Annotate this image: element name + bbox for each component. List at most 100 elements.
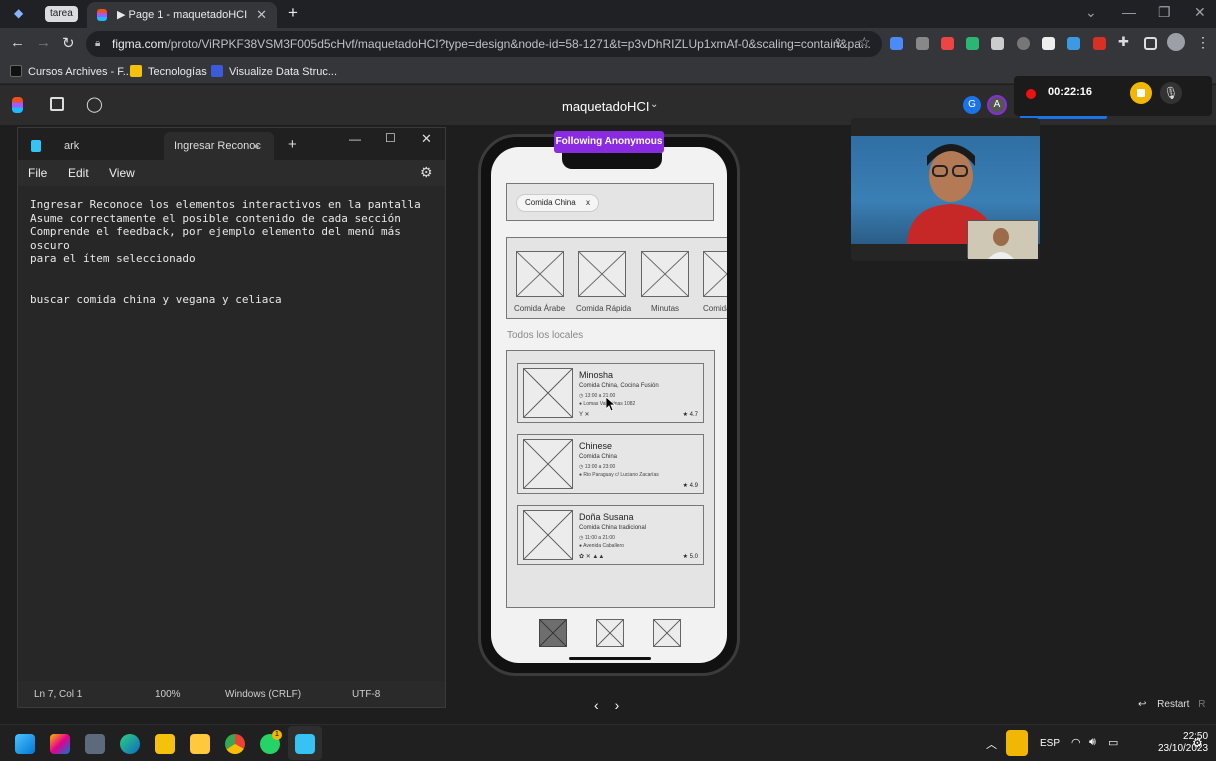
search-chip[interactable]: Comida China x — [516, 194, 599, 212]
visualgo-icon — [211, 65, 223, 77]
webcam-self-view[interactable] — [967, 220, 1038, 259]
tab-close-icon[interactable]: ✕ — [256, 2, 267, 28]
notepad-tab-active[interactable]: Ingresar Reconoc ● — [164, 132, 274, 160]
close-window-button[interactable]: ✕ — [1194, 4, 1206, 21]
extension-diamond-icon[interactable] — [890, 37, 903, 50]
restaurant-card[interactable]: Minosha Comida China, Cocina Fusión ◷ 13… — [517, 363, 704, 423]
minimize-button[interactable]: — — [349, 132, 361, 146]
volume-icon[interactable]: 🔊︎ — [1089, 736, 1096, 749]
extension-compass-icon[interactable] — [1017, 37, 1030, 50]
collaborator-avatar[interactable]: G — [963, 96, 981, 114]
restart-button[interactable]: ↩ Restart R — [1138, 699, 1205, 710]
category-image-placeholder[interactable] — [641, 251, 689, 297]
menu-file[interactable]: File — [28, 166, 47, 180]
restaurant-card[interactable]: Chinese Comida China ◷ 13:00 a 23:00 ● R… — [517, 434, 704, 494]
battery-icon[interactable]: ▭ — [1108, 736, 1118, 749]
tab-search-chevron-icon[interactable]: ⌄ — [1085, 4, 1097, 21]
address-bar[interactable]: 🔒︎ figma.com/proto/ViRPKF38VSM3F005d5cHv… — [86, 31, 882, 57]
extension-blue-icon[interactable] — [1067, 37, 1080, 50]
sidebar-toggle-icon[interactable] — [50, 97, 64, 111]
browser-toolbar: ← → ↻ 🔒︎ figma.com/proto/ViRPKF38VSM3F00… — [0, 28, 1216, 60]
profile-avatar[interactable] — [1167, 33, 1185, 51]
category-image-placeholder[interactable] — [516, 251, 564, 297]
unsaved-dot-icon[interactable]: ● — [254, 132, 259, 160]
new-tab-button[interactable]: + — [288, 136, 297, 153]
category-carousel[interactable]: Comida Árabe Comida Rápida Minutas Comid… — [506, 237, 727, 319]
share-icon[interactable]: ⇪ — [833, 36, 843, 50]
photos-icon[interactable] — [85, 734, 105, 754]
bookmark-star-icon[interactable]: ☆ — [858, 34, 871, 51]
browser-menu-icon[interactable]: ⋮ — [1196, 34, 1210, 51]
stop-recording-button[interactable] — [1130, 82, 1152, 104]
notepad-tab[interactable]: ark — [54, 132, 164, 160]
restaurant-address: ● Rio Paraguay c/ Luciano Zacarías — [579, 472, 659, 478]
mic-icon[interactable]: 🎙︎ — [1160, 82, 1182, 104]
collaborator-avatar[interactable]: A — [987, 95, 1007, 115]
bookmark-item[interactable]: Tecnologías — [130, 65, 207, 78]
previous-frame-button[interactable]: ‹ — [594, 697, 599, 713]
notepad-text-area[interactable]: Ingresar Reconoce los elementos interact… — [30, 198, 440, 306]
menu-edit[interactable]: Edit — [68, 166, 89, 180]
nav-home-selected-placeholder[interactable] — [539, 619, 567, 647]
encoding: UTF-8 — [352, 689, 381, 700]
extensions-puzzle-icon[interactable]: ✚ — [1118, 34, 1129, 50]
file-title[interactable]: maquetadoHCI — [562, 99, 649, 114]
category-label: Comida — [703, 304, 727, 313]
restaurant-rating: ★ 5.0 — [682, 554, 698, 560]
chip-close-icon[interactable]: x — [586, 198, 590, 207]
notepad-taskbar-icon[interactable] — [295, 734, 315, 754]
next-frame-button[interactable]: › — [615, 697, 620, 713]
figma-logo-icon[interactable] — [12, 97, 23, 113]
chrome-icon[interactable] — [225, 734, 245, 754]
url-path: /proto/ViRPKF38VSM3F005d5cHvf/maquetadoH… — [167, 37, 871, 51]
lock-icon[interactable]: 🔒︎ — [95, 31, 100, 57]
extension-eyedropper-icon[interactable] — [991, 37, 1004, 50]
comment-icon[interactable]: ◯ — [86, 95, 103, 113]
nav-item-placeholder[interactable] — [653, 619, 681, 647]
sticky-notes-icon[interactable] — [155, 734, 175, 754]
extension-calendar-icon[interactable] — [941, 37, 954, 50]
nav-item-placeholder[interactable] — [596, 619, 624, 647]
restore-window-button[interactable]: ❐ — [1158, 4, 1171, 21]
reload-button[interactable]: ↻ — [62, 34, 75, 52]
restaurant-list[interactable]: Minosha Comida China, Cocina Fusión ◷ 13… — [506, 350, 715, 608]
edge-icon[interactable] — [120, 734, 140, 754]
tab-group-label[interactable]: tarea — [45, 6, 78, 22]
search-bar[interactable]: Comida China x — [506, 183, 714, 221]
notifications-icon[interactable]: ⚙ — [1192, 736, 1203, 750]
home-indicator — [569, 657, 651, 660]
input-language[interactable]: ESP — [1040, 738, 1060, 749]
prototype-navigation: ‹ › — [594, 697, 619, 713]
file-explorer-icon[interactable] — [190, 734, 210, 754]
category-image-placeholder[interactable] — [703, 251, 727, 297]
extension-camera-icon[interactable] — [916, 37, 929, 50]
notepad-app-icon — [31, 140, 41, 152]
side-panel-icon[interactable] — [1144, 37, 1157, 50]
widgets-icon[interactable] — [50, 734, 70, 754]
notification-badge: 1 — [272, 730, 282, 740]
extension-green-icon[interactable] — [966, 37, 979, 50]
maximize-button[interactable]: ☐ — [385, 131, 396, 145]
microphone-in-use-icon[interactable] — [1006, 730, 1028, 756]
menu-view[interactable]: View — [109, 166, 135, 180]
show-hidden-icons-chevron[interactable]: ︿ — [986, 736, 997, 752]
bookmark-item[interactable]: Visualize Data Struc... — [211, 65, 337, 78]
tab-search-icon[interactable]: ◆ — [14, 6, 28, 20]
restaurant-address: ● Avenida Caballero — [579, 543, 624, 549]
close-button[interactable]: ✕ — [421, 131, 432, 147]
minimize-window-button[interactable]: — — [1122, 4, 1136, 20]
tab-active[interactable]: ▶ Page 1 - maquetadoHCI ✕ — [87, 2, 277, 28]
start-windows-icon[interactable] — [15, 734, 35, 754]
restaurant-card[interactable]: Doña Susana Comida China tradicional ◷ 1… — [517, 505, 704, 565]
bookmark-item[interactable]: Cursos Archives - F... — [10, 65, 132, 78]
extension-red-icon[interactable] — [1093, 37, 1106, 50]
following-banner[interactable]: Following Anonymous — [554, 131, 664, 153]
new-tab-button[interactable]: + — [288, 3, 298, 23]
category-image-placeholder[interactable] — [578, 251, 626, 297]
title-chevron-icon[interactable]: ⌄ — [650, 99, 658, 110]
extension-m-icon[interactable] — [1042, 37, 1055, 50]
forward-button[interactable]: → — [36, 34, 51, 51]
back-button[interactable]: ← — [10, 34, 25, 51]
settings-gear-icon[interactable]: ⚙ — [420, 164, 433, 181]
wifi-icon[interactable]: ◠ — [1071, 736, 1081, 749]
